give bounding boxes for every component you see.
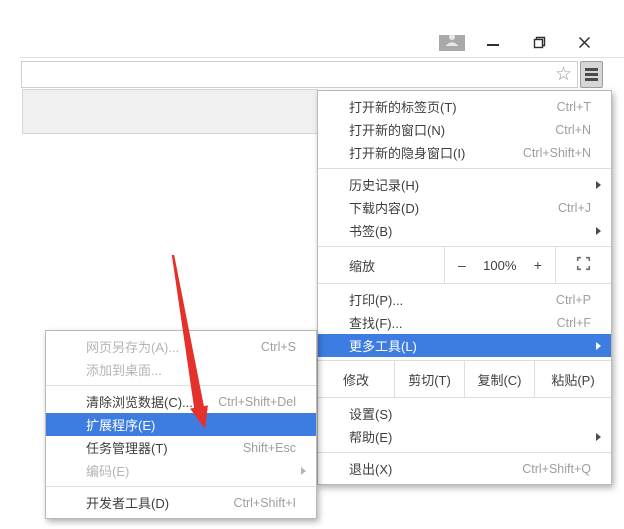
close-button[interactable] — [572, 35, 596, 55]
menu-item-label: 退出(X) — [349, 462, 393, 477]
menu-item-label: 打印(P)... — [349, 293, 404, 308]
menu-item-shortcut: Ctrl+Shift+N — [522, 145, 591, 160]
bookmark-star-icon[interactable]: ☆ — [555, 65, 572, 84]
menu-item-help[interactable]: 帮助(E) — [318, 425, 611, 448]
menu-item-history[interactable]: 历史记录(H) — [318, 173, 611, 196]
menu-item-developer-tools[interactable]: 开发者工具(D) Ctrl+Shift+I — [46, 491, 316, 514]
menu-item-label: 任务管理器(T) — [86, 441, 168, 456]
menu-item-label: 打开新的隐身窗口(I) — [349, 146, 466, 161]
paste-button[interactable]: 粘贴(P) — [535, 361, 611, 397]
more-tools-submenu: 网页另存为(A)... Ctrl+S 添加到桌面... 清除浏览数据(C)...… — [45, 330, 317, 519]
menu-item-label: 网页另存为(A)... — [86, 340, 180, 355]
menu-item-more-tools[interactable]: 更多工具(L) — [318, 334, 611, 357]
zoom-level: 100% — [483, 257, 517, 273]
submenu-arrow-icon — [596, 341, 601, 350]
menu-item-label: 书签(B) — [349, 224, 393, 239]
menu-item-downloads[interactable]: 下载内容(D) Ctrl+J — [318, 196, 611, 219]
profile-avatar-button[interactable] — [439, 35, 465, 51]
menu-item-label: 下载内容(D) — [349, 201, 420, 216]
menu-item-exit[interactable]: 退出(X) Ctrl+Shift+Q — [318, 457, 611, 480]
menu-item-label: 扩展程序(E) — [86, 418, 156, 433]
menu-item-new-window[interactable]: 打开新的窗口(N) Ctrl+N — [318, 118, 611, 141]
zoom-label: 缩放 — [349, 258, 376, 274]
menu-item-settings[interactable]: 设置(S) — [318, 402, 611, 425]
menu-item-label: 查找(F)... — [349, 316, 403, 331]
menu-item-save-page-as[interactable]: 网页另存为(A)... Ctrl+S — [46, 335, 316, 358]
menu-item-label: 打开新的窗口(N) — [349, 123, 446, 138]
browser-menu-button[interactable] — [580, 61, 603, 88]
submenu-arrow-icon — [596, 432, 601, 441]
menu-item-find[interactable]: 查找(F)... Ctrl+F — [318, 311, 611, 334]
menu-item-add-to-desktop[interactable]: 添加到桌面... — [46, 358, 316, 381]
submenu-arrow-icon — [301, 466, 306, 475]
menu-item-print[interactable]: 打印(P)... Ctrl+P — [318, 288, 611, 311]
menu-item-clear-browsing-data[interactable]: 清除浏览数据(C)... Ctrl+Shift+Del — [46, 390, 316, 413]
toolbar-divider — [20, 57, 624, 58]
menu-item-shortcut: Ctrl+Shift+Del — [218, 394, 296, 409]
person-icon — [442, 35, 462, 51]
hamburger-icon — [585, 68, 598, 71]
menu-item-shortcut: Ctrl+S — [260, 339, 296, 354]
minimize-button[interactable] — [481, 35, 505, 55]
menu-item-label: 开发者工具(D) — [86, 496, 170, 511]
menu-item-shortcut: Ctrl+P — [555, 292, 591, 307]
menu-item-label: 历史记录(H) — [349, 178, 420, 193]
address-bar[interactable]: ☆ — [21, 61, 578, 88]
restore-button[interactable] — [527, 35, 551, 55]
submenu-arrow-icon — [596, 226, 601, 235]
restore-icon — [533, 36, 546, 54]
submenu-arrow-icon — [596, 180, 601, 189]
copy-button[interactable]: 复制(C) — [465, 361, 534, 397]
menu-item-shortcut: Ctrl+N — [555, 122, 591, 137]
menu-item-bookmarks[interactable]: 书签(B) — [318, 219, 611, 242]
menu-item-label: 编码(E) — [86, 464, 130, 479]
menu-item-shortcut: Ctrl+F — [556, 315, 591, 330]
browser-window: ☆ 打开新的标签页(T) Ctrl+T 打开新的窗口(N) Ctrl+N 打开新… — [0, 0, 624, 529]
close-icon — [578, 36, 591, 54]
menu-item-new-tab[interactable]: 打开新的标签页(T) Ctrl+T — [318, 95, 611, 118]
bookmarks-bar — [22, 89, 318, 134]
menu-item-task-manager[interactable]: 任务管理器(T) Shift+Esc — [46, 436, 316, 459]
menu-item-shortcut: Shift+Esc — [242, 440, 296, 455]
chrome-main-menu: 打开新的标签页(T) Ctrl+T 打开新的窗口(N) Ctrl+N 打开新的隐… — [317, 90, 612, 485]
menu-item-edit-row: 修改 剪切(T) 复制(C) 粘贴(P) — [318, 361, 611, 397]
menu-item-new-incognito-window[interactable]: 打开新的隐身窗口(I) Ctrl+Shift+N — [318, 141, 611, 164]
menu-item-encoding[interactable]: 编码(E) — [46, 459, 316, 482]
menu-item-label: 更多工具(L) — [349, 339, 417, 354]
menu-item-label: 帮助(E) — [349, 430, 393, 445]
menu-item-label: 打开新的标签页(T) — [349, 100, 457, 115]
fullscreen-icon — [576, 256, 591, 274]
menu-item-label: 清除浏览数据(C)... — [86, 395, 193, 410]
fullscreen-button[interactable] — [556, 247, 611, 283]
menu-item-label: 添加到桌面... — [86, 363, 162, 378]
menu-item-shortcut: Ctrl+T — [556, 99, 591, 114]
edit-label: 修改 — [342, 372, 369, 388]
menu-item-shortcut: Ctrl+Shift+Q — [522, 461, 591, 476]
cut-button[interactable]: 剪切(T) — [395, 361, 464, 397]
menu-item-shortcut: Ctrl+Shift+I — [233, 495, 296, 510]
menu-item-extensions[interactable]: 扩展程序(E) — [46, 413, 316, 436]
menu-item-zoom: 缩放 – 100% + — [318, 247, 611, 283]
zoom-out-button[interactable]: – — [458, 257, 466, 273]
zoom-in-button[interactable]: + — [534, 257, 542, 273]
menu-item-shortcut: Ctrl+J — [558, 200, 591, 215]
menu-item-label: 设置(S) — [349, 407, 393, 422]
minimize-icon — [487, 44, 499, 46]
